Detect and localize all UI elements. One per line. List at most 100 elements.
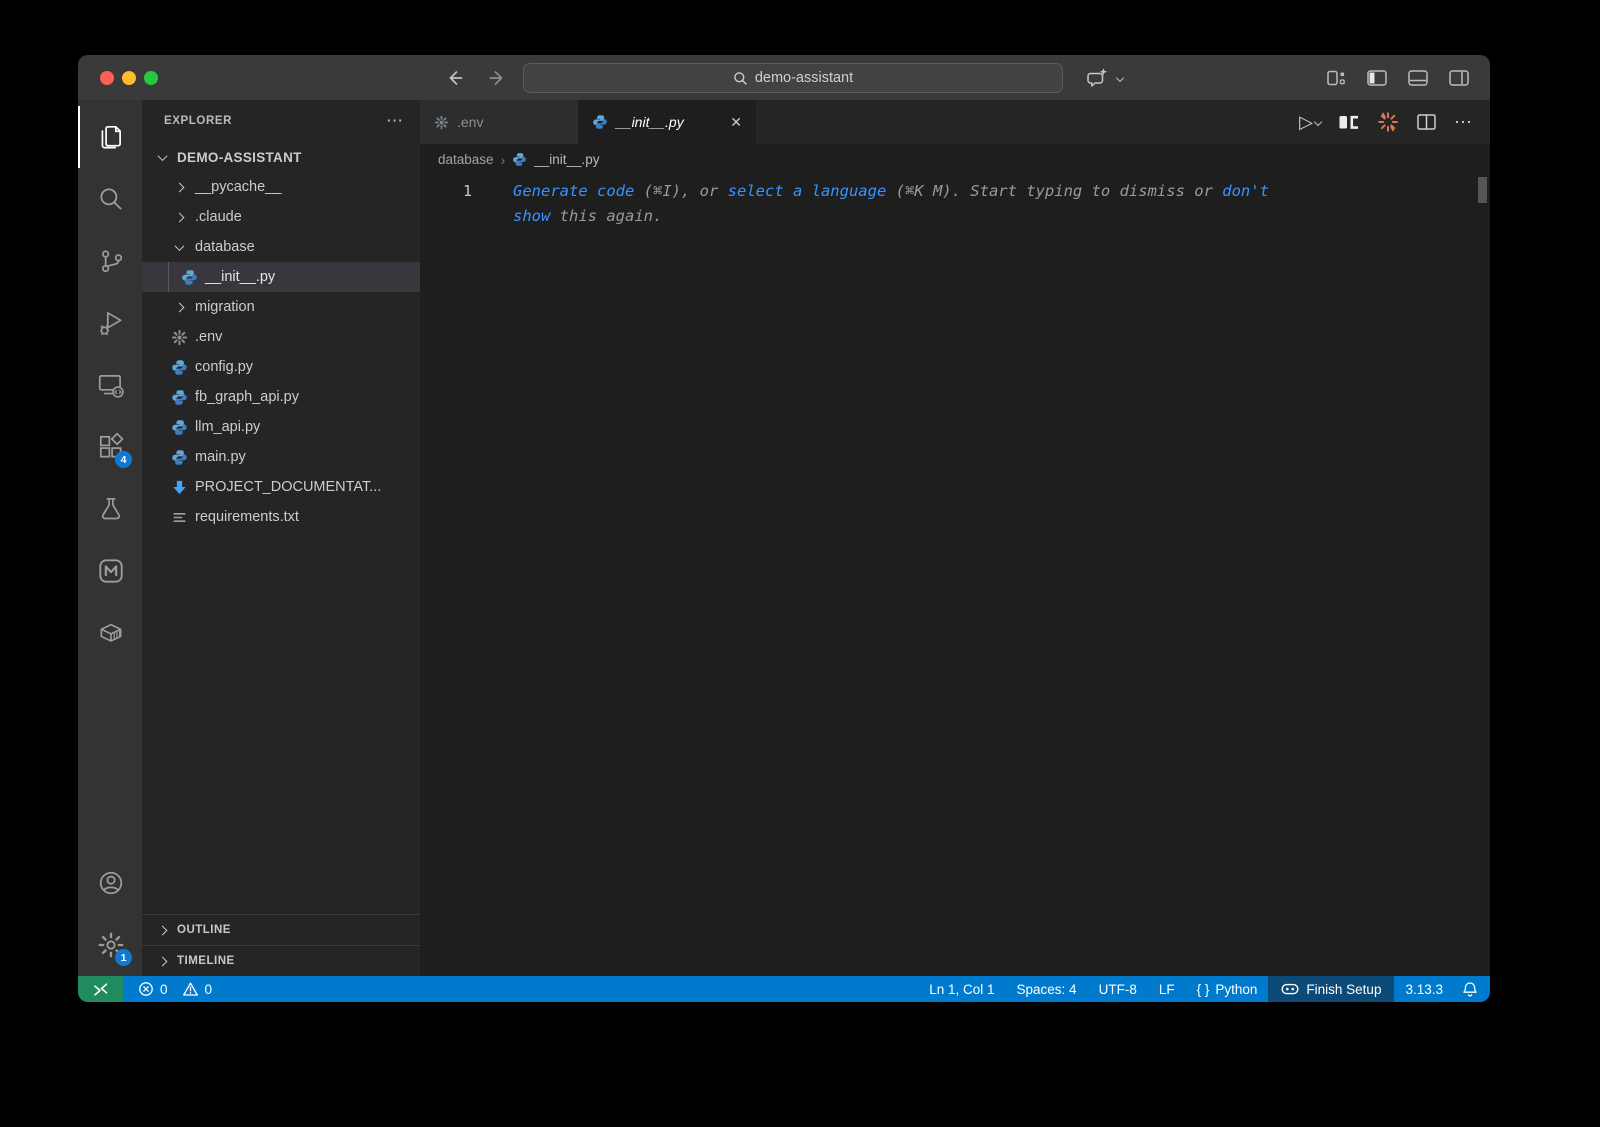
warnings-icon: [182, 981, 199, 997]
explorer-more-actions-icon[interactable]: ⋯: [386, 111, 404, 131]
breadcrumb-folder[interactable]: database: [438, 152, 494, 167]
toggle-secondary-sidebar-icon[interactable]: [1448, 68, 1470, 88]
python-file-icon: [181, 269, 198, 286]
container-activity-icon[interactable]: [78, 602, 142, 664]
tree-item-label: .claude: [195, 209, 242, 225]
tree-item-label: config.py: [195, 359, 253, 375]
cursor-position-status[interactable]: Ln 1, Col 1: [918, 976, 1005, 1002]
oc-extension-icon[interactable]: [1338, 114, 1360, 131]
notifications-bell-icon[interactable]: [1454, 976, 1490, 1002]
run-python-file-button[interactable]: ▷: [1299, 113, 1321, 131]
tree-item-llm-api-py[interactable]: llm_api.py: [142, 412, 420, 442]
tree-item-init-py[interactable]: __init__.py: [142, 262, 420, 292]
zoom-window-button[interactable]: [144, 71, 158, 85]
source-control-activity-icon[interactable]: [78, 230, 142, 292]
finish-setup-status[interactable]: Finish Setup: [1268, 976, 1394, 1002]
timeline-section-header[interactable]: TIMELINE: [142, 945, 420, 976]
testing-activity-icon[interactable]: [78, 478, 142, 540]
accounts-icon[interactable]: [78, 852, 142, 914]
tree-item-migration[interactable]: migration: [142, 292, 420, 322]
remote-explorer-activity-icon[interactable]: [78, 354, 142, 416]
explorer-sidebar: EXPLORER ⋯ DEMO-ASSISTANT __pycache__ .c…: [142, 100, 420, 976]
remote-icon: [92, 981, 109, 998]
tab-label: __init__.py: [616, 114, 684, 130]
copilot-icon: [1281, 982, 1299, 996]
remote-indicator[interactable]: [78, 976, 123, 1002]
customize-layout-icon[interactable]: [1326, 68, 1347, 88]
command-center-search[interactable]: demo-assistant: [523, 63, 1063, 93]
claude-icon[interactable]: [1377, 111, 1399, 133]
copilot-menu-button[interactable]: [1086, 55, 1123, 100]
tree-item-fb-graph-api-py[interactable]: fb_graph_api.py: [142, 382, 420, 412]
tree-item-requirements-txt[interactable]: requirements.txt: [142, 502, 420, 532]
title-bar: demo-assistant: [78, 55, 1490, 100]
toggle-panel-icon[interactable]: [1407, 68, 1429, 88]
close-window-button[interactable]: [100, 71, 114, 85]
explorer-title: EXPLORER: [164, 115, 232, 127]
extensions-badge: 4: [115, 451, 132, 468]
tab-env[interactable]: .env: [420, 100, 578, 144]
forward-arrow-icon[interactable]: [486, 68, 506, 88]
workspace-name: demo-assistant: [755, 70, 853, 86]
tree-item-main-py[interactable]: main.py: [142, 442, 420, 472]
python-version-status[interactable]: 3.13.3: [1394, 976, 1454, 1002]
problems-status[interactable]: 0 0: [138, 981, 220, 997]
python-file-icon: [171, 359, 188, 376]
tree-item-label: llm_api.py: [195, 419, 260, 435]
tree-item-env[interactable]: .env: [142, 322, 420, 352]
explorer-activity-icon[interactable]: [78, 106, 142, 168]
warning-count: 0: [205, 982, 213, 997]
placeholder-text: this again.: [550, 207, 662, 225]
tree-item-label: requirements.txt: [195, 509, 299, 525]
placeholder-text: (⌘K M). Start typing to dismiss or: [886, 182, 1222, 200]
tab-label: .env: [457, 114, 483, 130]
editor-scrollbar[interactable]: [1478, 177, 1487, 203]
tree-root-demo-assistant[interactable]: DEMO-ASSISTANT: [142, 142, 420, 172]
run-debug-activity-icon[interactable]: [78, 292, 142, 354]
minimize-window-button[interactable]: [122, 71, 136, 85]
tree-item-label: __pycache__: [195, 179, 281, 195]
desktop-background: demo-assistant: [0, 0, 1600, 1127]
outline-section-header[interactable]: OUTLINE: [142, 914, 420, 945]
chevron-down-icon: [1314, 118, 1322, 126]
select-language-link[interactable]: select a language: [728, 182, 887, 200]
tree-item-label: PROJECT_DOCUMENTAT...: [195, 479, 381, 495]
tree-item-project-documentation-md[interactable]: PROJECT_DOCUMENTAT...: [142, 472, 420, 502]
settings-gear-icon[interactable]: 1: [78, 914, 142, 976]
search-icon: [733, 71, 748, 86]
chevron-right-icon: [174, 182, 184, 192]
encoding-status[interactable]: UTF-8: [1088, 976, 1148, 1002]
extensions-activity-icon[interactable]: 4: [78, 416, 142, 478]
editor-content[interactable]: 1 Generate code (⌘I), or select a langua…: [420, 175, 1490, 976]
chevron-right-icon: [174, 302, 184, 312]
editor-group: .env __init__.py ✕ ▷: [420, 100, 1490, 976]
tab-init-py[interactable]: __init__.py ✕: [578, 100, 756, 144]
python-file-icon: [512, 152, 527, 167]
editor-actions: ▷: [1299, 100, 1490, 144]
search-activity-icon[interactable]: [78, 168, 142, 230]
tree-item-pycache[interactable]: __pycache__: [142, 172, 420, 202]
file-tree: DEMO-ASSISTANT __pycache__ .claude datab…: [142, 142, 420, 532]
inline-chat-placeholder: Generate code (⌘I), or select a language…: [513, 179, 1313, 976]
language-mode-status[interactable]: { } Python: [1186, 976, 1269, 1002]
more-actions-icon[interactable]: ⋯: [1454, 112, 1472, 133]
tree-root-label: DEMO-ASSISTANT: [177, 150, 302, 165]
tree-item-claude[interactable]: .claude: [142, 202, 420, 232]
toggle-primary-sidebar-icon[interactable]: [1366, 68, 1388, 88]
breadcrumb-file[interactable]: __init__.py: [534, 152, 599, 167]
chevron-down-icon: [174, 241, 184, 251]
back-arrow-icon[interactable]: [446, 68, 466, 88]
tree-item-database[interactable]: database: [142, 232, 420, 262]
errors-icon: [138, 981, 154, 997]
close-tab-icon[interactable]: ✕: [730, 114, 742, 131]
tree-item-config-py[interactable]: config.py: [142, 352, 420, 382]
m-extension-activity-icon[interactable]: [78, 540, 142, 602]
eol-status[interactable]: LF: [1148, 976, 1186, 1002]
activity-bar: 4 1: [78, 100, 142, 976]
generate-code-link[interactable]: Generate code: [513, 182, 634, 200]
chevron-right-icon: [157, 925, 167, 935]
tree-item-label: main.py: [195, 449, 246, 465]
split-editor-icon[interactable]: [1416, 113, 1437, 131]
indentation-status[interactable]: Spaces: 4: [1006, 976, 1088, 1002]
vscode-window: demo-assistant: [78, 55, 1490, 1002]
